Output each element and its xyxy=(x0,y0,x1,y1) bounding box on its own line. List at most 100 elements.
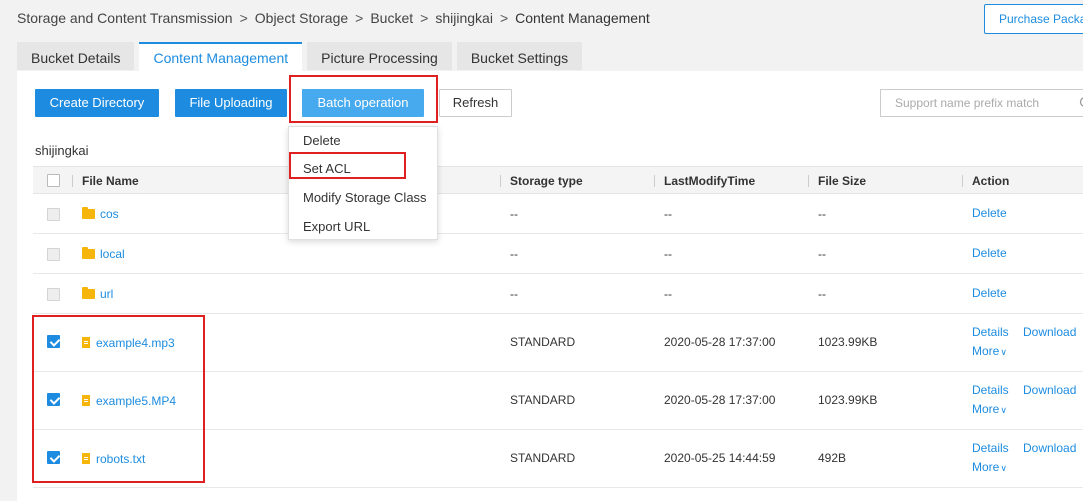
tab-bucket-settings[interactable]: Bucket Settings xyxy=(456,42,583,70)
column-header-file-size[interactable]: File Size xyxy=(818,174,866,188)
chevron-down-icon: ∨ xyxy=(1000,463,1007,473)
file-size: 1023.99KB xyxy=(818,393,878,407)
file-size: -- xyxy=(818,247,826,261)
storage-type: STANDARD xyxy=(510,451,576,465)
row-checkbox[interactable] xyxy=(47,451,60,464)
table-row: robots.txt STANDARD 2020-05-25 14:44:59 … xyxy=(33,430,1083,488)
file-name-link[interactable]: example4.mp3 xyxy=(96,336,175,350)
column-header-file-name[interactable]: File Name xyxy=(82,174,139,188)
more-dropdown[interactable]: More∨ xyxy=(972,460,1007,474)
download-link[interactable]: Download xyxy=(1023,383,1076,397)
details-link[interactable]: Details xyxy=(972,441,1009,455)
file-name-link[interactable]: robots.txt xyxy=(96,452,145,466)
batch-operation-button[interactable]: Batch operation xyxy=(302,89,424,117)
more-label: More xyxy=(972,402,1000,416)
delete-link[interactable]: Delete xyxy=(972,246,1007,260)
breadcrumb-separator: > xyxy=(499,10,509,26)
content-panel: Create Directory File Uploading Batch op… xyxy=(17,71,1083,501)
last-modify-time: 2020-05-25 14:44:59 xyxy=(664,451,776,465)
tab-bucket-details[interactable]: Bucket Details xyxy=(17,42,135,70)
breadcrumb-separator: > xyxy=(355,10,364,26)
download-link[interactable]: Download xyxy=(1023,325,1076,339)
tab-content-management[interactable]: Content Management xyxy=(139,42,303,72)
last-modify-time: 2020-05-28 17:37:00 xyxy=(664,335,776,349)
more-label: More xyxy=(972,344,1000,358)
more-dropdown[interactable]: More∨ xyxy=(972,344,1007,358)
last-modify-time: -- xyxy=(664,287,672,301)
search-box xyxy=(880,89,1083,117)
storage-type: STANDARD xyxy=(510,335,576,349)
details-link[interactable]: Details xyxy=(972,325,1009,339)
file-size: 1023.99KB xyxy=(818,335,878,349)
menu-item-export-url[interactable]: Export URL xyxy=(303,219,370,234)
file-uploading-button[interactable]: File Uploading xyxy=(175,89,287,117)
search-icon[interactable] xyxy=(1079,96,1083,110)
column-divider xyxy=(962,175,963,187)
row-checkbox[interactable] xyxy=(47,393,60,406)
breadcrumb: Storage and Content Transmission > Object … xyxy=(17,10,650,26)
select-all-checkbox[interactable] xyxy=(47,174,60,187)
column-header-storage-type[interactable]: Storage type xyxy=(510,174,583,188)
more-dropdown[interactable]: More∨ xyxy=(972,402,1007,416)
breadcrumb-separator: > xyxy=(420,10,429,26)
storage-type: STANDARD xyxy=(510,393,576,407)
more-label: More xyxy=(972,460,1000,474)
last-modify-time: -- xyxy=(664,247,672,261)
last-modify-time: -- xyxy=(664,207,672,221)
breadcrumb-item-bucket[interactable]: Bucket xyxy=(370,10,413,26)
row-checkbox xyxy=(47,288,60,301)
breadcrumb-separator: > xyxy=(239,10,248,26)
table-row: url -- -- -- Delete xyxy=(33,274,1083,314)
search-input[interactable] xyxy=(881,90,1061,116)
file-name-link[interactable]: example5.MP4 xyxy=(96,394,176,408)
menu-item-modify-storage-class[interactable]: Modify Storage Class xyxy=(303,190,427,205)
file-name-link[interactable]: url xyxy=(100,287,113,301)
folder-icon xyxy=(82,207,95,219)
breadcrumb-item-object-storage[interactable]: Object Storage xyxy=(255,10,348,26)
table-row: local -- -- -- Delete xyxy=(33,234,1083,274)
file-name-link[interactable]: local xyxy=(100,247,125,261)
table-row: example5.MP4 STANDARD 2020-05-28 17:37:0… xyxy=(33,372,1083,430)
tab-bar: Bucket Details Content Management Pictur… xyxy=(17,42,587,72)
delete-link[interactable]: Delete xyxy=(972,286,1007,300)
breadcrumb-item-current: Content Management xyxy=(515,10,650,26)
row-checkbox xyxy=(47,208,60,221)
column-header-action: Action xyxy=(972,174,1010,188)
column-divider xyxy=(72,175,73,187)
current-path: shijingkai xyxy=(35,143,89,158)
breadcrumb-item-bucket-name[interactable]: shijingkai xyxy=(435,10,493,26)
chevron-down-icon: ∨ xyxy=(1000,347,1007,357)
file-icon xyxy=(82,337,90,348)
batch-operation-menu: Delete Set ACL Modify Storage Class Expo… xyxy=(288,126,438,240)
row-checkbox xyxy=(47,248,60,261)
menu-item-delete[interactable]: Delete xyxy=(303,133,341,148)
column-header-last-modify-time[interactable]: LastModifyTime xyxy=(664,174,755,188)
file-size: -- xyxy=(818,287,826,301)
storage-type: -- xyxy=(510,287,518,301)
menu-item-set-acl[interactable]: Set ACL xyxy=(303,161,351,176)
folder-icon xyxy=(82,287,95,299)
details-link[interactable]: Details xyxy=(972,383,1009,397)
chevron-down-icon: ∨ xyxy=(1000,405,1007,415)
file-size: 492B xyxy=(818,451,847,465)
download-link[interactable]: Download xyxy=(1023,441,1076,455)
table-row: example4.mp3 STANDARD 2020-05-28 17:37:0… xyxy=(33,314,1083,372)
column-divider xyxy=(808,175,809,187)
breadcrumb-item-storage[interactable]: Storage and Content Transmission xyxy=(17,10,233,26)
table-header: File Name Storage type LastModifyTime Fi… xyxy=(33,166,1083,194)
file-icon xyxy=(82,453,90,464)
file-size: -- xyxy=(818,207,826,221)
row-checkbox[interactable] xyxy=(47,335,60,348)
refresh-button[interactable]: Refresh xyxy=(439,89,512,117)
purchase-package-button[interactable]: Purchase Package xyxy=(984,4,1083,34)
storage-type: -- xyxy=(510,207,518,221)
table-row: cos -- -- -- Delete xyxy=(33,194,1083,234)
column-divider xyxy=(654,175,655,187)
last-modify-time: 2020-05-28 17:37:00 xyxy=(664,393,776,407)
create-directory-button[interactable]: Create Directory xyxy=(35,89,159,117)
tab-picture-processing[interactable]: Picture Processing xyxy=(307,42,452,70)
file-name-link[interactable]: cos xyxy=(100,207,119,221)
folder-icon xyxy=(82,247,95,259)
file-icon xyxy=(82,395,90,406)
delete-link[interactable]: Delete xyxy=(972,206,1007,220)
